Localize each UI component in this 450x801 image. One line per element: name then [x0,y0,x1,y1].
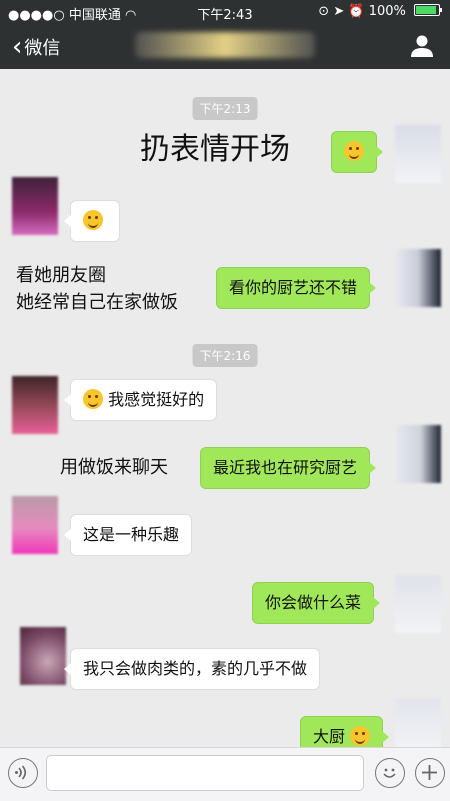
caption-opening: 扔表情开场 [140,132,290,167]
chat-bubble-outgoing[interactable]: 你会做什么菜 [252,582,381,624]
message-input[interactable] [46,755,364,791]
grin-emoji-icon [83,389,103,409]
back-button[interactable]: ‹ 微信 [12,34,60,60]
chat-bubble-outgoing[interactable]: 最近我也在研究厨艺 [200,447,377,489]
avatar-contact[interactable] [12,376,58,434]
emoji-icon [383,768,396,778]
alarm-icon: ⏰ [348,4,365,19]
smile-emoji-icon [344,141,364,161]
caption-moments: 看她朋友圈 [16,265,106,286]
nav-bar: ‹ 微信 [0,24,450,69]
profile-icon[interactable] [409,34,435,58]
voice-icon [15,765,27,780]
chat-bubble-incoming[interactable] [64,200,120,242]
back-chevron-icon: ‹ [12,32,23,62]
back-label: 微信 [24,38,61,59]
contact-name-redacted [135,32,315,58]
emoji-button[interactable] [375,758,405,788]
avatar-self[interactable] [395,425,441,483]
more-button[interactable] [415,758,445,788]
battery-icon [414,4,442,16]
laugh-emoji-icon [350,726,371,746]
chat-bubble-incoming[interactable]: 这是一种乐趣 [63,514,193,556]
chat-bubble-outgoing[interactable]: 大厨 [300,716,390,747]
avatar-self[interactable] [395,125,441,183]
battery-percent: 100% [368,4,406,19]
avatar-self[interactable] [395,249,441,307]
tongue-emoji-icon [83,210,103,230]
status-bar: ●●●●○ 中国联通 ◠ 下午2:43 ⊙ ➤ ⏰ 100% [0,0,450,24]
plus-icon [422,765,437,780]
avatar-contact[interactable] [12,496,58,554]
chat-bubble-incoming[interactable]: 我只会做肉类的，素的几乎不做 [63,648,321,690]
status-right: ⊙ ➤ ⏰ 100% [318,4,442,19]
chat-bubble-outgoing[interactable]: 看你的厨艺还不错 [216,267,377,309]
location-icon: ➤ [333,4,345,19]
avatar-contact[interactable] [12,177,58,235]
caption-chat-via-cooking: 用做饭来聊天 [60,457,168,478]
avatar-contact[interactable] [20,627,66,685]
chat-bubble-outgoing[interactable] [331,131,383,173]
rotation-lock-icon: ⊙ [318,4,330,19]
chat-bubble-incoming[interactable]: 我感觉挺好的 [63,379,218,421]
timestamp: 下午2:16 [192,344,258,367]
input-bar [0,747,450,801]
timestamp: 下午2:13 [192,97,258,120]
avatar-self[interactable] [395,699,441,747]
chat-area[interactable]: 下午2:13 扔表情开场 看她朋友圈 她经常自己在家做饭 看你的厨艺还不错 下午… [0,69,450,747]
voice-button[interactable] [8,758,38,788]
caption-cooking: 她经常自己在家做饭 [16,292,178,313]
avatar-self[interactable] [395,575,441,633]
